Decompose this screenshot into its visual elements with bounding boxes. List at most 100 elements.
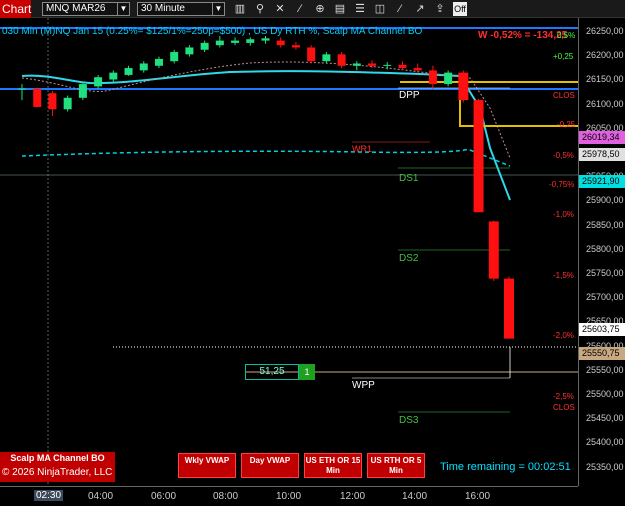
time-remaining-label: Time remaining = 00:02:51: [440, 461, 571, 473]
time-tick-label: 14:00: [402, 491, 428, 502]
time-tick-label: 08:00: [213, 491, 239, 502]
bearish-candle: [33, 88, 42, 107]
level-label: WPP: [352, 380, 375, 391]
price-tick-label: 25350,00: [586, 461, 624, 472]
order-price-box[interactable]: 51,25: [245, 364, 299, 380]
percent-label: CLOS: [553, 91, 575, 100]
chart-tab-title[interactable]: Chart: [0, 0, 31, 18]
price-tick-label: 26150,00: [586, 74, 624, 85]
bullish-candle: [215, 40, 224, 46]
us-eth-or-button[interactable]: US ETH OR 15 Min: [304, 453, 362, 478]
bullish-candle: [63, 97, 72, 110]
bullish-candle: [352, 63, 361, 66]
chart-toolbar: Chart MNQ MAR26 ▼ 30 Minute ▼ ▥ ⚲ ✕ ∕ ⊕ …: [0, 0, 625, 18]
properties-icon[interactable]: ⊕: [313, 3, 327, 15]
price-tick-label: 25800,00: [586, 243, 624, 254]
price-tick-label: 26250,00: [586, 26, 624, 36]
price-axis[interactable]: 26250,00 26200,00 26150,00 26100,00 26050,00…: [578, 18, 625, 486]
interval-value: 30 Minute: [141, 3, 185, 14]
copyright-label: © 2026 NinjaTrader, LLC: [2, 467, 113, 478]
bearish-candle: [398, 64, 407, 69]
level-label: DPP: [399, 90, 420, 101]
chart-plot-area[interactable]: DPP WR1 DS1 DS2 WPP DS3: [0, 18, 578, 486]
percent-label: -1,5%: [553, 271, 574, 280]
bearish-candle: [428, 70, 437, 85]
bullish-candle: [18, 88, 26, 90]
bearish-candle: [504, 278, 514, 339]
fast-ma-line: [21, 70, 511, 201]
price-tick-label: 26100,00: [586, 98, 624, 109]
bullish-candle: [170, 52, 179, 62]
bullish-candle: [246, 39, 255, 43]
bullish-candle: [200, 42, 209, 50]
bullish-candle: [109, 72, 118, 80]
time-axis[interactable]: 02:30 04:00 06:00 08:00 10:00 12:00 14:00 16:00: [0, 486, 578, 506]
bullish-candle: [185, 47, 194, 55]
share-icon[interactable]: ⇪: [433, 3, 447, 15]
bearish-candle: [276, 40, 285, 46]
bearish-candle: [48, 93, 57, 110]
time-tick-label: 16:00: [465, 491, 491, 502]
bullish-candle: [154, 58, 163, 66]
bearish-candle: [488, 221, 499, 279]
off-toggle-button[interactable]: Off: [453, 2, 467, 16]
price-tick-label: 25750,00: [586, 268, 624, 278]
price-tick-label: 25850,00: [586, 219, 624, 230]
strategies-icon[interactable]: ☰: [353, 3, 367, 15]
instrument-selector[interactable]: MNQ MAR26 ▼: [42, 2, 130, 16]
crosshair-icon[interactable]: ✕: [273, 3, 287, 15]
time-tick-label: 04:00: [88, 491, 114, 502]
day-vwap-button[interactable]: Day VWAP: [241, 453, 299, 478]
percent-label: 0,5%: [557, 31, 576, 40]
bullish-candle: [124, 68, 133, 75]
bullish-candle: [78, 84, 87, 98]
price-tick-label: 25450,00: [586, 413, 624, 424]
level-label: DS3: [399, 415, 419, 426]
bearish-candle: [413, 68, 422, 71]
interval-selector[interactable]: 30 Minute ▼: [137, 2, 225, 16]
price-tag: 25921,90: [579, 175, 625, 188]
order-qty-badge[interactable]: 1: [299, 364, 315, 380]
price-tick-label: 25700,00: [586, 292, 624, 303]
percent-label: -0,75%: [549, 180, 575, 189]
percent-label: -2,0%: [553, 331, 574, 340]
chart-header-label: 030 Min (M)NQ Jan 15 (0.25%= $125/1%=250…: [2, 26, 423, 37]
bullish-candle: [322, 54, 331, 62]
strategy-panel: Scalp MA Channel BO © 2026 NinjaTrader, …: [0, 452, 115, 482]
indicators-icon[interactable]: ◫: [373, 3, 387, 15]
draw-line-icon[interactable]: ∕: [293, 3, 307, 15]
price-tag: 25978,50: [579, 148, 625, 161]
data-box-icon[interactable]: ⁄: [393, 3, 407, 15]
time-tick-label: 06:00: [151, 491, 177, 502]
bearish-candle: [291, 45, 300, 48]
price-tag: 25550,75: [579, 347, 625, 360]
bearish-candle: [368, 63, 377, 66]
percent-label: -0,5%: [553, 151, 574, 160]
bearish-candle: [337, 54, 346, 66]
templates-icon[interactable]: ▤: [333, 3, 347, 15]
time-tick-label: 02:30: [34, 490, 64, 501]
instrument-value: MNQ MAR26: [46, 3, 106, 14]
price-tag: 26019,34: [579, 131, 625, 144]
percent-label: -1,0%: [553, 210, 574, 219]
us-rth-or-button[interactable]: US RTH OR 5 Min: [367, 453, 425, 478]
wkly-vwap-button[interactable]: Wkly VWAP: [178, 453, 236, 478]
bullish-candle: [261, 38, 270, 41]
magnifier-icon[interactable]: ⚲: [253, 3, 267, 15]
strategy-name-label: Scalp MA Channel BO: [10, 453, 105, 463]
percent-label: CLOS: [553, 403, 575, 412]
bullish-candle: [94, 77, 103, 87]
time-tick-label: 12:00: [340, 491, 366, 502]
bar-chart-icon[interactable]: ▥: [233, 3, 247, 15]
level-label: DS2: [399, 253, 419, 264]
long-ma-line: [21, 148, 511, 167]
bullish-candle: [139, 63, 148, 71]
bearish-candle: [473, 100, 484, 213]
chevron-down-icon: ▼: [212, 3, 224, 15]
bullish-candle: [231, 40, 240, 43]
trending-icon[interactable]: ↗: [413, 3, 427, 15]
price-tick-label: 25550,00: [586, 364, 624, 375]
chevron-down-icon: ▼: [117, 3, 129, 15]
pnl-label: W -0,52% = -134,25: [478, 30, 568, 41]
level-label: WR1: [352, 144, 372, 154]
